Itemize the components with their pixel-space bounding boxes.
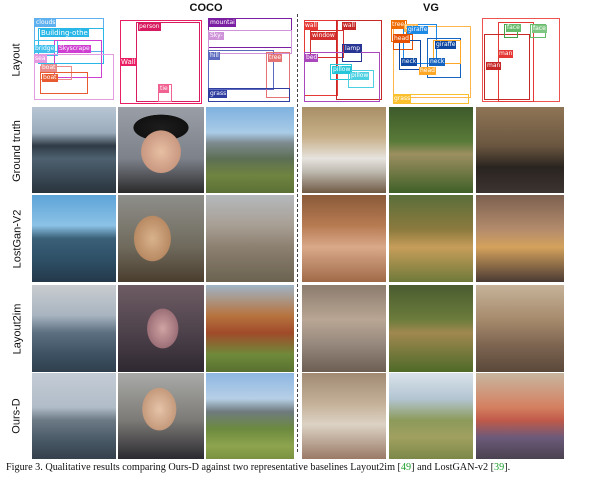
photo-ours-coco-2 (118, 373, 204, 459)
layout-label: sea (34, 55, 47, 63)
layout-label: grass (209, 90, 228, 98)
layout-label: giraffe (407, 26, 429, 34)
layout-label: neck (429, 58, 446, 66)
layout-label: window (311, 32, 336, 40)
photo-lostgan-coco-2 (118, 195, 204, 282)
layout-label: face (532, 25, 547, 33)
layout-cell-vg-3: face face man man (476, 14, 564, 106)
layout-label: neck (401, 58, 418, 66)
layout-cell-coco-3: mountai Sky- hill tree grass (206, 14, 294, 106)
figure-caption: Figure 3. Qualitative results comparing … (6, 462, 590, 473)
photo-ours-coco-3 (206, 373, 294, 459)
row-label-layout: Layout (6, 14, 28, 106)
layout-label: Wall (120, 58, 137, 66)
photo-ground-truth-vg-2 (389, 107, 473, 193)
caption-text-mid: ] and LostGAN-v2 [ (411, 462, 495, 473)
layout-label: tie (159, 85, 169, 93)
row-label-layout2im: Layout2im (6, 285, 28, 372)
photo-ground-truth-coco-2 (118, 107, 204, 193)
photo-lostgan-coco-3 (206, 195, 294, 282)
row-label-text: Ground truth (11, 119, 24, 182)
layout-label: person (138, 23, 161, 31)
vg-title: VG (423, 2, 439, 14)
coco-title: COCO (189, 2, 223, 14)
photo-ground-truth-coco-3 (206, 107, 294, 193)
layout-label: Sky- (209, 32, 224, 40)
layout-label: lamp (344, 45, 361, 53)
photo-ground-truth-coco-1 (32, 107, 116, 193)
layout-label: Skyscrape (58, 45, 91, 53)
photo-ground-truth-vg-3 (476, 107, 564, 193)
caption-text: Figure 3. Qualitative results comparing … (6, 462, 401, 473)
layout-cell-vg-1: wall wall window lamp bed pillow pillow (302, 14, 386, 106)
photo-layout2im-vg-2 (389, 285, 473, 372)
layout-label: boat (41, 64, 57, 72)
row-label-text: LostGan-V2 (11, 209, 24, 268)
photo-ground-truth-vg-1 (302, 107, 386, 193)
photo-layout2im-coco-3 (206, 285, 294, 372)
layout-label: grass (393, 95, 412, 103)
layout-label: bed (305, 54, 319, 62)
layout-label: pillow (332, 66, 352, 74)
photo-ours-vg-1 (302, 373, 386, 459)
row-label-ground-truth: Ground truth (6, 107, 28, 194)
photo-lostgan-vg-3 (476, 195, 564, 282)
layout-label: mountai (209, 19, 236, 27)
photo-layout2im-coco-1 (32, 285, 116, 372)
coco-vg-divider (297, 14, 298, 452)
layout-label: head (419, 67, 436, 75)
layout-cell-coco-2: person Wall tie (118, 14, 204, 106)
photo-lostgan-coco-1 (32, 195, 116, 282)
layout-label: pillow (350, 72, 370, 80)
layout-label: tree (268, 54, 283, 62)
row-label-text: Layout2im (11, 303, 24, 354)
citation-link-39[interactable]: 39 (494, 462, 504, 473)
layout-label: boat (42, 74, 58, 82)
photo-layout2im-vg-3 (476, 285, 564, 372)
layout-label: clouds (35, 19, 57, 27)
layout-label: wall (342, 22, 356, 30)
photo-layout2im-coco-2 (118, 285, 204, 372)
layout-label: Building-othe (40, 29, 89, 37)
row-label-lostgan: LostGan-V2 (6, 195, 28, 282)
layout-label: man (486, 62, 502, 70)
row-label-ours: Ours-D (6, 373, 28, 459)
layout-label: face (506, 24, 521, 32)
layout-label: giraffe (435, 41, 457, 49)
layout-label: head (393, 35, 410, 43)
photo-lostgan-vg-1 (302, 195, 386, 282)
layout-label: hill (209, 52, 220, 60)
photo-ours-vg-3 (476, 373, 564, 459)
layout-label: man (498, 50, 514, 58)
photo-layout2im-vg-1 (302, 285, 386, 372)
row-label-text: Layout (11, 43, 23, 77)
layout-label: tree (391, 21, 406, 29)
layout-label: wall (304, 22, 318, 30)
row-label-text: Ours-D (11, 398, 24, 434)
photo-lostgan-vg-2 (389, 195, 473, 282)
photo-ours-vg-2 (389, 373, 473, 459)
layout-cell-coco-1: clouds Building-othe bridge Skyscrape se… (32, 14, 116, 106)
caption-text-end: ]. (504, 462, 511, 473)
layout-label: bridge (34, 45, 56, 53)
layout-cell-vg-2: tree tree giraffe head neck neck giraffe… (389, 14, 473, 106)
photo-ours-coco-1 (32, 373, 116, 459)
citation-link-49[interactable]: 49 (401, 462, 411, 473)
